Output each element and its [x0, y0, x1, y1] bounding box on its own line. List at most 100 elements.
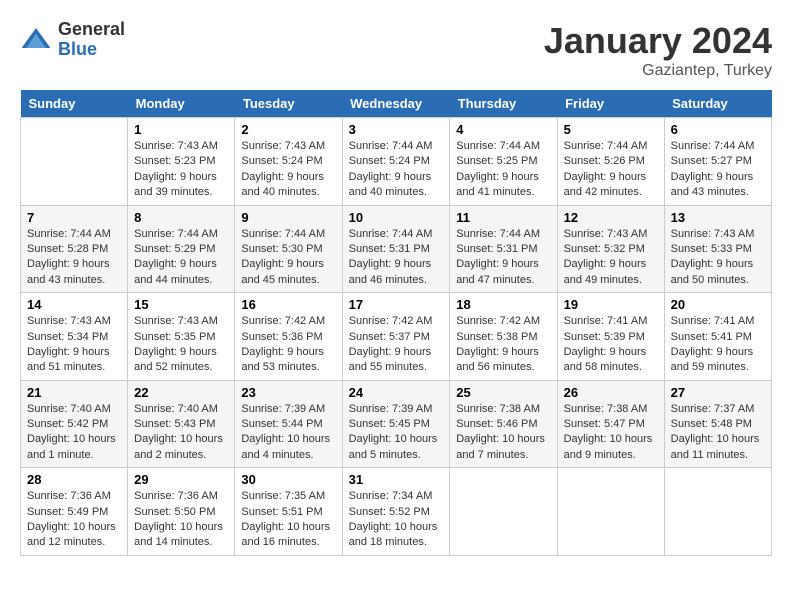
sunrise-text: Sunrise: 7:43 AM	[241, 140, 325, 152]
calendar-cell: 13 Sunrise: 7:43 AM Sunset: 5:33 PM Dayl…	[664, 205, 771, 293]
sunset-text: Sunset: 5:26 PM	[564, 155, 645, 167]
day-info: Sunrise: 7:42 AM Sunset: 5:38 PM Dayligh…	[456, 314, 550, 376]
sunrise-text: Sunrise: 7:36 AM	[27, 490, 111, 502]
day-number: 27	[671, 385, 765, 400]
title-block: January 2024 Gaziantep, Turkey	[544, 20, 772, 80]
daylight-text: Daylight: 9 hours and 47 minutes.	[456, 258, 539, 285]
logo-blue-text: Blue	[58, 40, 125, 60]
day-number: 20	[671, 297, 765, 312]
calendar-cell: 4 Sunrise: 7:44 AM Sunset: 5:25 PM Dayli…	[450, 118, 557, 206]
daylight-text: Daylight: 9 hours and 59 minutes.	[671, 346, 754, 373]
day-number: 2	[241, 122, 335, 137]
sunrise-text: Sunrise: 7:44 AM	[456, 228, 540, 240]
day-number: 30	[241, 472, 335, 487]
daylight-text: Daylight: 9 hours and 40 minutes.	[241, 171, 324, 198]
calendar-cell: 28 Sunrise: 7:36 AM Sunset: 5:49 PM Dayl…	[21, 468, 128, 556]
daylight-text: Daylight: 9 hours and 39 minutes.	[134, 171, 217, 198]
sunset-text: Sunset: 5:39 PM	[564, 331, 645, 343]
calendar-cell: 31 Sunrise: 7:34 AM Sunset: 5:52 PM Dayl…	[342, 468, 450, 556]
day-info: Sunrise: 7:39 AM Sunset: 5:44 PM Dayligh…	[241, 402, 335, 464]
sunrise-text: Sunrise: 7:43 AM	[671, 228, 755, 240]
calendar-cell: 17 Sunrise: 7:42 AM Sunset: 5:37 PM Dayl…	[342, 293, 450, 381]
day-number: 11	[456, 210, 550, 225]
calendar-cell: 22 Sunrise: 7:40 AM Sunset: 5:43 PM Dayl…	[128, 380, 235, 468]
calendar-cell: 6 Sunrise: 7:44 AM Sunset: 5:27 PM Dayli…	[664, 118, 771, 206]
calendar-cell: 25 Sunrise: 7:38 AM Sunset: 5:46 PM Dayl…	[450, 380, 557, 468]
sunset-text: Sunset: 5:23 PM	[134, 155, 215, 167]
calendar-cell: 12 Sunrise: 7:43 AM Sunset: 5:32 PM Dayl…	[557, 205, 664, 293]
day-number: 19	[564, 297, 658, 312]
page-header: General Blue January 2024 Gaziantep, Tur…	[20, 20, 772, 80]
sunset-text: Sunset: 5:37 PM	[349, 331, 430, 343]
sunrise-text: Sunrise: 7:44 AM	[134, 228, 218, 240]
day-info: Sunrise: 7:44 AM Sunset: 5:31 PM Dayligh…	[349, 227, 444, 289]
sunset-text: Sunset: 5:47 PM	[564, 418, 645, 430]
sunrise-text: Sunrise: 7:44 AM	[671, 140, 755, 152]
sunrise-text: Sunrise: 7:41 AM	[564, 315, 648, 327]
daylight-text: Daylight: 9 hours and 50 minutes.	[671, 258, 754, 285]
daylight-text: Daylight: 10 hours and 1 minute.	[27, 433, 116, 460]
sunrise-text: Sunrise: 7:40 AM	[134, 403, 218, 415]
sunset-text: Sunset: 5:28 PM	[27, 243, 108, 255]
sunset-text: Sunset: 5:51 PM	[241, 506, 322, 518]
day-number: 1	[134, 122, 228, 137]
calendar-cell: 7 Sunrise: 7:44 AM Sunset: 5:28 PM Dayli…	[21, 205, 128, 293]
sunrise-text: Sunrise: 7:44 AM	[27, 228, 111, 240]
day-number: 14	[27, 297, 121, 312]
day-number: 28	[27, 472, 121, 487]
day-info: Sunrise: 7:44 AM Sunset: 5:30 PM Dayligh…	[241, 227, 335, 289]
sunset-text: Sunset: 5:33 PM	[671, 243, 752, 255]
sunrise-text: Sunrise: 7:39 AM	[349, 403, 433, 415]
daylight-text: Daylight: 10 hours and 2 minutes.	[134, 433, 223, 460]
logo: General Blue	[20, 20, 125, 60]
daylight-text: Daylight: 10 hours and 7 minutes.	[456, 433, 545, 460]
calendar-cell: 8 Sunrise: 7:44 AM Sunset: 5:29 PM Dayli…	[128, 205, 235, 293]
day-info: Sunrise: 7:38 AM Sunset: 5:47 PM Dayligh…	[564, 402, 658, 464]
sunrise-text: Sunrise: 7:38 AM	[456, 403, 540, 415]
sunset-text: Sunset: 5:52 PM	[349, 506, 430, 518]
day-number: 16	[241, 297, 335, 312]
day-info: Sunrise: 7:44 AM Sunset: 5:25 PM Dayligh…	[456, 139, 550, 201]
sunrise-text: Sunrise: 7:43 AM	[27, 315, 111, 327]
sunset-text: Sunset: 5:36 PM	[241, 331, 322, 343]
day-info: Sunrise: 7:43 AM Sunset: 5:34 PM Dayligh…	[27, 314, 121, 376]
day-info: Sunrise: 7:44 AM Sunset: 5:24 PM Dayligh…	[349, 139, 444, 201]
sunset-text: Sunset: 5:31 PM	[349, 243, 430, 255]
daylight-text: Daylight: 9 hours and 41 minutes.	[456, 171, 539, 198]
day-number: 24	[349, 385, 444, 400]
calendar-cell	[664, 468, 771, 556]
daylight-text: Daylight: 10 hours and 12 minutes.	[27, 521, 116, 548]
sunset-text: Sunset: 5:49 PM	[27, 506, 108, 518]
daylight-text: Daylight: 10 hours and 11 minutes.	[671, 433, 760, 460]
sunset-text: Sunset: 5:42 PM	[27, 418, 108, 430]
day-number: 25	[456, 385, 550, 400]
sunset-text: Sunset: 5:41 PM	[671, 331, 752, 343]
daylight-text: Daylight: 9 hours and 49 minutes.	[564, 258, 647, 285]
day-number: 5	[564, 122, 658, 137]
logo-general-text: General	[58, 20, 125, 40]
sunset-text: Sunset: 5:43 PM	[134, 418, 215, 430]
weekday-header-sunday: Sunday	[21, 90, 128, 118]
sunrise-text: Sunrise: 7:43 AM	[564, 228, 648, 240]
calendar-cell	[557, 468, 664, 556]
day-number: 7	[27, 210, 121, 225]
calendar-cell: 30 Sunrise: 7:35 AM Sunset: 5:51 PM Dayl…	[235, 468, 342, 556]
sunset-text: Sunset: 5:34 PM	[27, 331, 108, 343]
calendar-cell	[21, 118, 128, 206]
sunset-text: Sunset: 5:30 PM	[241, 243, 322, 255]
day-info: Sunrise: 7:34 AM Sunset: 5:52 PM Dayligh…	[349, 489, 444, 551]
calendar-week-row: 28 Sunrise: 7:36 AM Sunset: 5:49 PM Dayl…	[21, 468, 772, 556]
sunset-text: Sunset: 5:25 PM	[456, 155, 537, 167]
day-number: 13	[671, 210, 765, 225]
day-number: 3	[349, 122, 444, 137]
day-number: 26	[564, 385, 658, 400]
calendar-cell: 15 Sunrise: 7:43 AM Sunset: 5:35 PM Dayl…	[128, 293, 235, 381]
calendar-cell: 18 Sunrise: 7:42 AM Sunset: 5:38 PM Dayl…	[450, 293, 557, 381]
calendar-cell: 10 Sunrise: 7:44 AM Sunset: 5:31 PM Dayl…	[342, 205, 450, 293]
sunset-text: Sunset: 5:27 PM	[671, 155, 752, 167]
sunrise-text: Sunrise: 7:40 AM	[27, 403, 111, 415]
logo-text: General Blue	[58, 20, 125, 60]
sunrise-text: Sunrise: 7:43 AM	[134, 140, 218, 152]
day-info: Sunrise: 7:36 AM Sunset: 5:49 PM Dayligh…	[27, 489, 121, 551]
daylight-text: Daylight: 10 hours and 4 minutes.	[241, 433, 330, 460]
